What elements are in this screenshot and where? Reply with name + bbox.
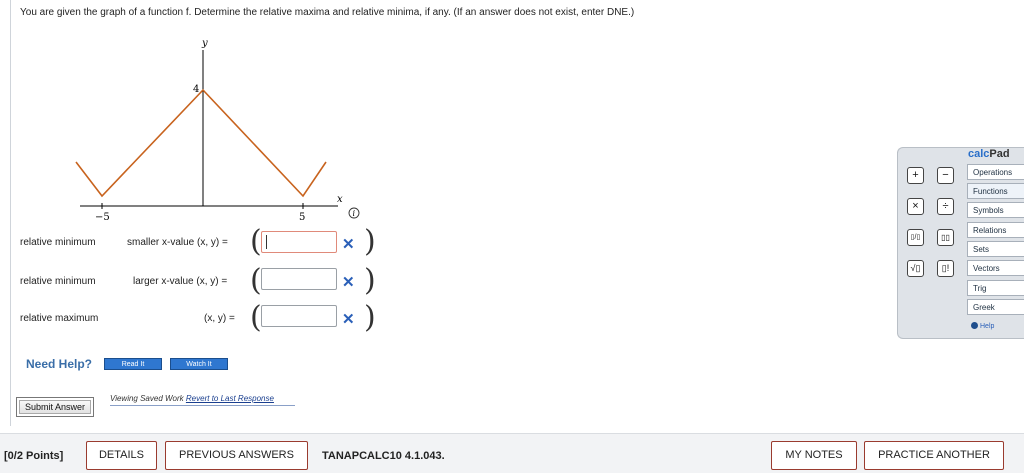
- my-notes-button[interactable]: MY NOTES: [771, 441, 857, 470]
- x-axis-label: x: [337, 194, 343, 205]
- answer-row-3-label: relative maximum: [20, 313, 99, 324]
- calcpad-tab-greek[interactable]: Greek: [967, 299, 1024, 315]
- viewing-saved-work: Viewing Saved Work Revert to Last Respon…: [110, 394, 274, 403]
- incorrect-icon: ✕: [342, 274, 355, 291]
- help-icon: [971, 322, 978, 329]
- calcpad-tab-relations[interactable]: Relations: [967, 222, 1024, 238]
- relative-min-larger-input[interactable]: [261, 268, 337, 290]
- incorrect-icon: ✕: [342, 311, 355, 328]
- incorrect-icon: ✕: [342, 236, 355, 253]
- submit-answer-frame: Submit Answer: [16, 397, 94, 417]
- calcpad-tab-vectors[interactable]: Vectors: [967, 260, 1024, 276]
- details-button[interactable]: DETAILS: [86, 441, 157, 470]
- y-tick-label-4: 4: [193, 84, 199, 95]
- calcpad-title-pad: Pad: [989, 148, 1010, 160]
- submit-answer-button[interactable]: Submit Answer: [19, 400, 91, 414]
- sqrt-key[interactable]: √▯: [907, 260, 924, 277]
- read-it-button[interactable]: Read It: [104, 358, 162, 370]
- open-paren: (: [250, 300, 262, 335]
- close-paren: ): [364, 300, 376, 335]
- previous-answers-button[interactable]: PREVIOUS ANSWERS: [165, 441, 308, 470]
- revert-link[interactable]: Revert to Last Response: [186, 394, 274, 403]
- viewing-divider: [110, 405, 295, 406]
- close-paren: ): [364, 263, 376, 298]
- plus-key[interactable]: +: [907, 167, 924, 184]
- relative-min-smaller-input[interactable]: [261, 231, 337, 253]
- calcpad-help-label: Help: [980, 323, 995, 330]
- calcpad-tab-symbols[interactable]: Symbols: [967, 202, 1024, 218]
- relative-max-input[interactable]: [261, 305, 337, 327]
- close-paren: ): [364, 224, 376, 259]
- open-paren: (: [250, 224, 262, 259]
- problem-id: TANAPCALC10 4.1.043.: [322, 450, 445, 462]
- question-prompt: You are given the graph of a function f.…: [20, 7, 635, 18]
- function-graph: y x −5 5 4 i: [75, 38, 360, 220]
- svg-text:i: i: [353, 209, 356, 218]
- open-paren: (: [250, 263, 262, 298]
- calcpad-title-calc: calc: [968, 148, 990, 160]
- practice-another-button[interactable]: PRACTICE ANOTHER: [864, 441, 1004, 470]
- info-icon[interactable]: i: [348, 207, 360, 219]
- calcpad-tab-sets[interactable]: Sets: [967, 241, 1024, 257]
- y-axis-label: y: [201, 38, 208, 49]
- answer-row-1-sublabel: smaller x-value (x, y) =: [127, 237, 228, 248]
- calcpad-help[interactable]: Help: [971, 322, 994, 330]
- text-cursor: [266, 235, 267, 249]
- points-label: [0/2 Points]: [4, 450, 64, 462]
- left-divider: [10, 0, 11, 426]
- answer-row-3-sublabel: (x, y) =: [204, 313, 235, 324]
- x-tick-label-neg5: −5: [95, 212, 110, 220]
- x-tick-label-5: 5: [299, 212, 305, 220]
- calcpad-title: calcPad: [968, 148, 1010, 160]
- factorial-key[interactable]: ▯!: [937, 260, 954, 277]
- watch-it-button[interactable]: Watch It: [170, 358, 228, 370]
- function-curve: [75, 88, 327, 198]
- answer-row-2-sublabel: larger x-value (x, y) =: [133, 276, 228, 287]
- multiply-key[interactable]: ×: [907, 198, 924, 215]
- calcpad-tab-operations[interactable]: Operations: [967, 164, 1024, 180]
- answer-row-2-label: relative minimum: [20, 276, 96, 287]
- divide-key[interactable]: ÷: [937, 198, 954, 215]
- viewing-text: Viewing Saved Work: [110, 394, 184, 403]
- answer-row-1-label: relative minimum: [20, 237, 96, 248]
- fraction-key[interactable]: ▯/▯: [907, 229, 924, 246]
- exponent-key[interactable]: ▯▯: [937, 229, 954, 246]
- calcpad-tab-trig[interactable]: Trig: [967, 280, 1024, 296]
- calcpad-tab-functions[interactable]: Functions: [967, 183, 1024, 199]
- need-help-label: Need Help?: [26, 357, 93, 371]
- minus-key[interactable]: −: [937, 167, 954, 184]
